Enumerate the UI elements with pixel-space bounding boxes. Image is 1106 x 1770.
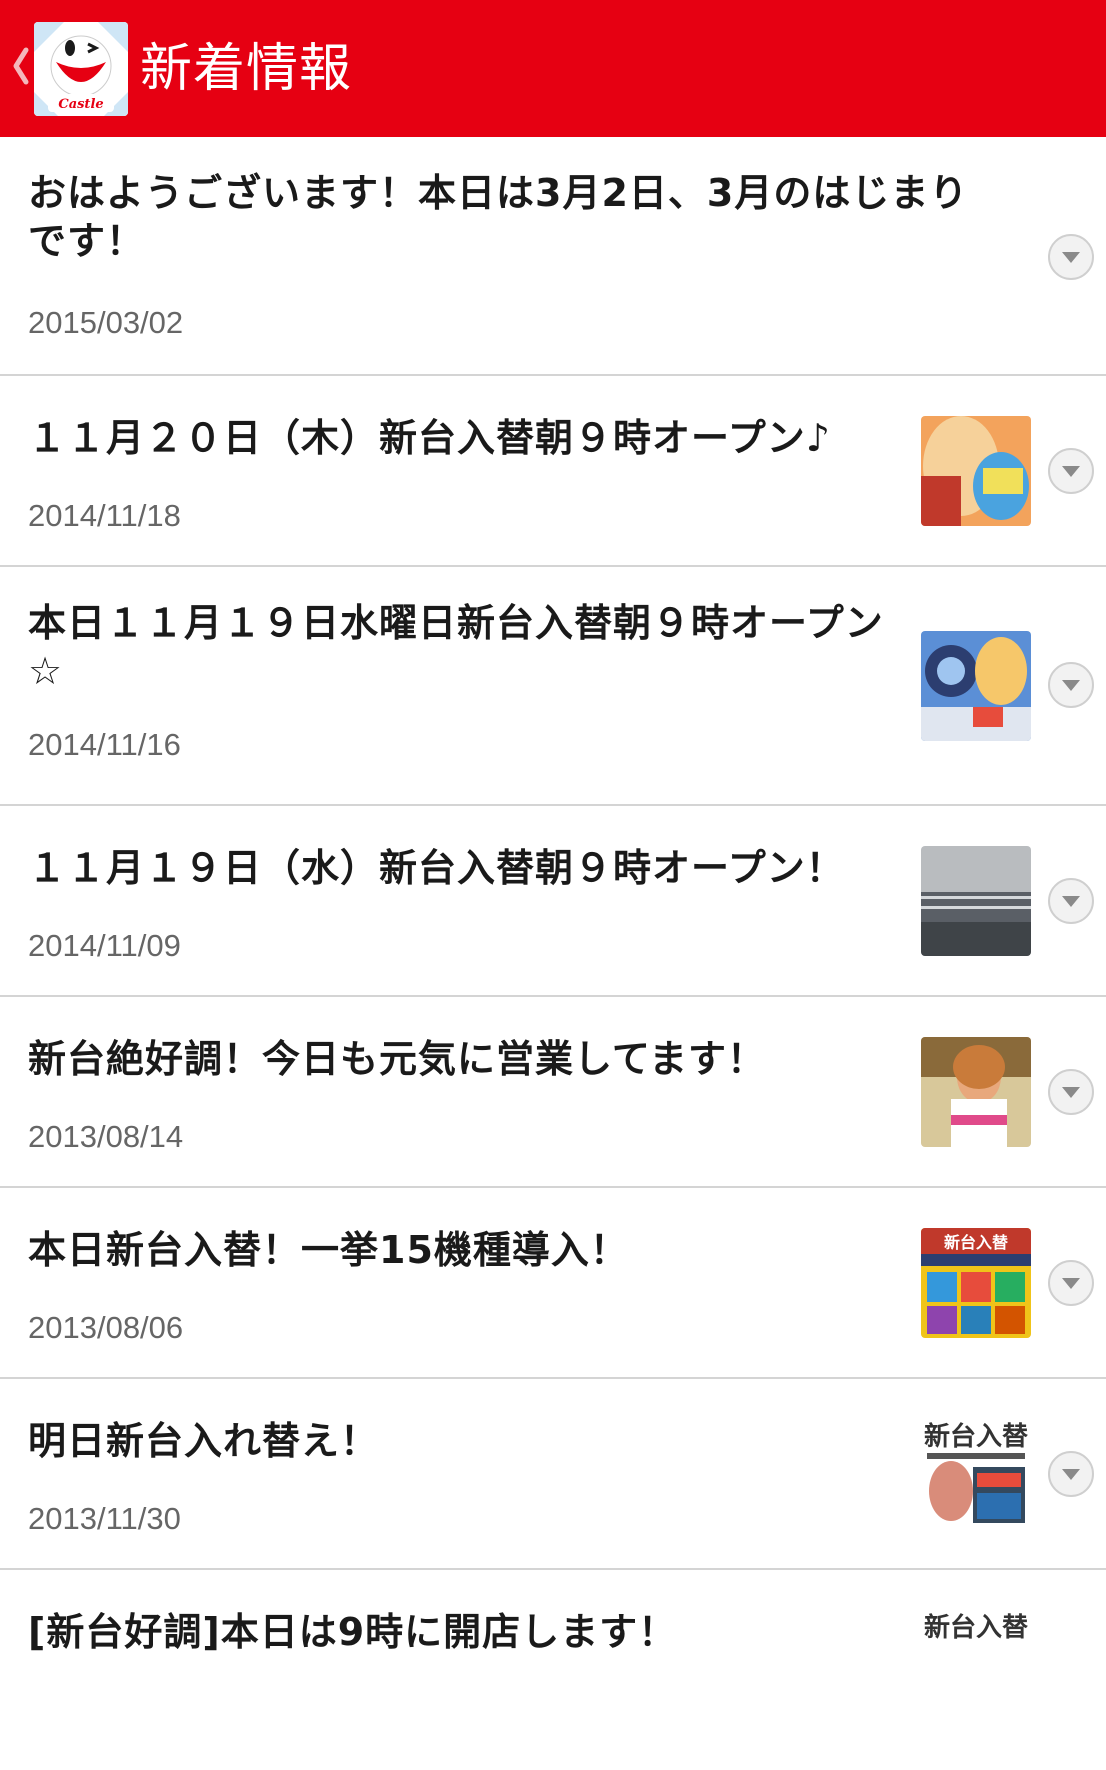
expand-chevron-icon[interactable]: [1046, 232, 1096, 282]
news-date: 2014/11/09: [28, 928, 181, 963]
news-date: 2013/08/06: [28, 1310, 184, 1345]
news-date: 2013/08/14: [28, 1119, 184, 1154]
news-title: １１月１９日（水）新台入替朝９時オープン！: [28, 846, 845, 890]
news-title: 本日１１月１９日水曜日新台入替朝９時オープン☆: [28, 601, 884, 693]
expand-chevron-icon[interactable]: [1046, 1449, 1096, 1499]
expand-chevron-icon[interactable]: [1046, 660, 1096, 710]
back-chevron-icon[interactable]: [8, 44, 32, 88]
news-date: 2014/11/16: [28, 727, 181, 762]
news-date: 2015/03/02: [28, 305, 184, 340]
news-date: 2014/11/18: [28, 498, 181, 533]
logo-text: Castle: [58, 97, 103, 112]
thumbnail-image: 新台入替: [921, 1228, 1031, 1338]
thumbnail-image: [921, 1037, 1031, 1147]
news-title: １１月２０日（木）新台入替朝９時オープン♪: [28, 416, 831, 460]
app-bar: Castle 新着情報: [0, 0, 1106, 137]
list-item[interactable]: おはようございます！本日は3月2日、3月のはじまりです！ 2015/03/02: [0, 137, 1106, 376]
list-item[interactable]: １１月２０日（木）新台入替朝９時オープン♪ 2014/11/18: [0, 376, 1106, 567]
list-item[interactable]: 明日新台入れ替え！ 2013/11/30 新台入替: [0, 1379, 1106, 1570]
expand-chevron-icon[interactable]: [1046, 446, 1096, 496]
expand-chevron-icon[interactable]: [1046, 876, 1096, 926]
castle-mascot-icon: Castle: [34, 22, 128, 116]
thumbnail-image: 新台入替: [921, 1610, 1031, 1720]
app-logo[interactable]: Castle: [34, 22, 128, 116]
list-item[interactable]: 本日新台入替！一挙15機種導入！ 2013/08/06 新台入替: [0, 1188, 1106, 1379]
expand-chevron-icon[interactable]: [1046, 1067, 1096, 1117]
news-title: 新台絶好調！今日も元気に営業してます！: [28, 1037, 766, 1081]
news-title: 明日新台入れ替え！: [28, 1419, 380, 1463]
thumbnail-caption: 新台入替: [944, 1233, 1008, 1252]
news-title: おはようございます！本日は3月2日、3月のはじまりです！: [28, 171, 969, 263]
thumbnail-image: 新台入替: [921, 1419, 1031, 1529]
thumbnail-caption: 新台入替: [924, 1421, 1028, 1452]
news-title: 本日新台入替！一挙15機種導入！: [28, 1228, 629, 1272]
thumbnail-caption: 新台入替: [924, 1612, 1028, 1643]
thumbnail-image: [921, 631, 1031, 741]
news-list: おはようございます！本日は3月2日、3月のはじまりです！ 2015/03/02 …: [0, 137, 1106, 1770]
page-title: 新着情報: [140, 39, 353, 99]
list-item[interactable]: 本日１１月１９日水曜日新台入替朝９時オープン☆ 2014/11/16: [0, 567, 1106, 806]
thumbnail-image: [921, 846, 1031, 956]
list-item[interactable]: １１月１９日（水）新台入替朝９時オープン！ 2014/11/09: [0, 806, 1106, 997]
thumbnail-image: [921, 416, 1031, 526]
news-title: [新台好調]本日は9時に開店します！: [28, 1610, 678, 1654]
news-date: 2013/11/30: [28, 1501, 181, 1536]
list-item[interactable]: 新台絶好調！今日も元気に営業してます！ 2013/08/14: [0, 997, 1106, 1188]
expand-chevron-icon[interactable]: [1046, 1258, 1096, 1308]
list-item[interactable]: [新台好調]本日は9時に開店します！ 新台入替: [0, 1570, 1106, 1770]
